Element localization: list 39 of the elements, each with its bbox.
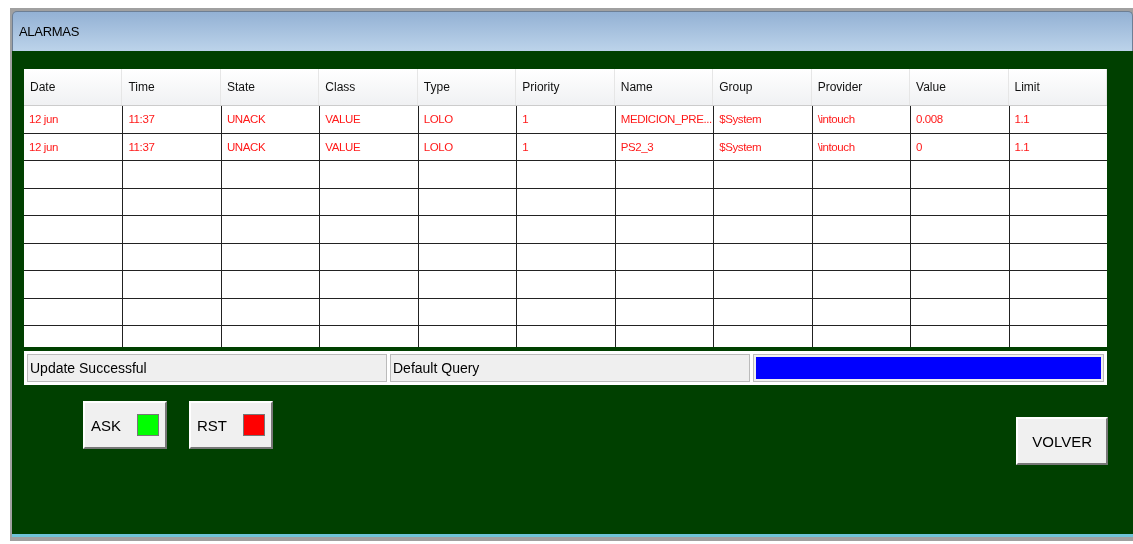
column-header[interactable]: Priority [516,69,615,105]
table-cell: \intouch [811,106,911,133]
table-cell: $System [713,133,812,160]
table-cell: UNACK [220,133,320,160]
table-cell: 0 [910,133,1009,160]
table-cell: LOLO [417,106,517,133]
table-cell-text: 12 jun [28,112,59,128]
table-cell: \intouch [811,133,911,160]
table-cell: 1.1 [1008,106,1107,133]
column-header[interactable]: Type [417,69,517,105]
action-button[interactable]: ASK [83,401,167,449]
table-cell: 11:37 [122,133,221,160]
table-cell: 1 [516,133,615,160]
column-header[interactable]: Provider [811,69,911,105]
table-cell: 1 [516,106,615,133]
table-cell: VALUE [319,106,418,133]
window-title: ALARMAS [19,24,80,39]
query-name: Default Query [390,354,750,382]
column-header[interactable]: Value [910,69,1009,105]
action-button[interactable]: RST [189,401,273,449]
column-header[interactable]: Limit [1008,69,1107,105]
table-cell-text: 12 jun [28,139,59,155]
table-cell: VALUE [319,133,418,160]
table-cell: 0.008 [910,106,1009,133]
table-cell: UNACK [220,106,320,133]
status-message: Update Successful [27,354,387,382]
column-header[interactable]: State [220,69,320,105]
table-cell: 1.1 [1008,133,1107,160]
column-header[interactable]: Class [319,69,418,105]
table-cell: $System [713,106,812,133]
column-header[interactable]: Date [24,69,123,105]
back-button[interactable]: VOLVER [1016,417,1108,465]
column-header[interactable]: Name [614,69,714,105]
table-cell: LOLO [417,133,517,160]
table-cell: 11:37 [122,106,221,133]
column-header[interactable]: Time [122,69,221,105]
column-header[interactable]: Group [713,69,812,105]
table-cell: MEDICION_PRE... [614,106,714,133]
table-cell: PS2_3 [614,133,714,160]
